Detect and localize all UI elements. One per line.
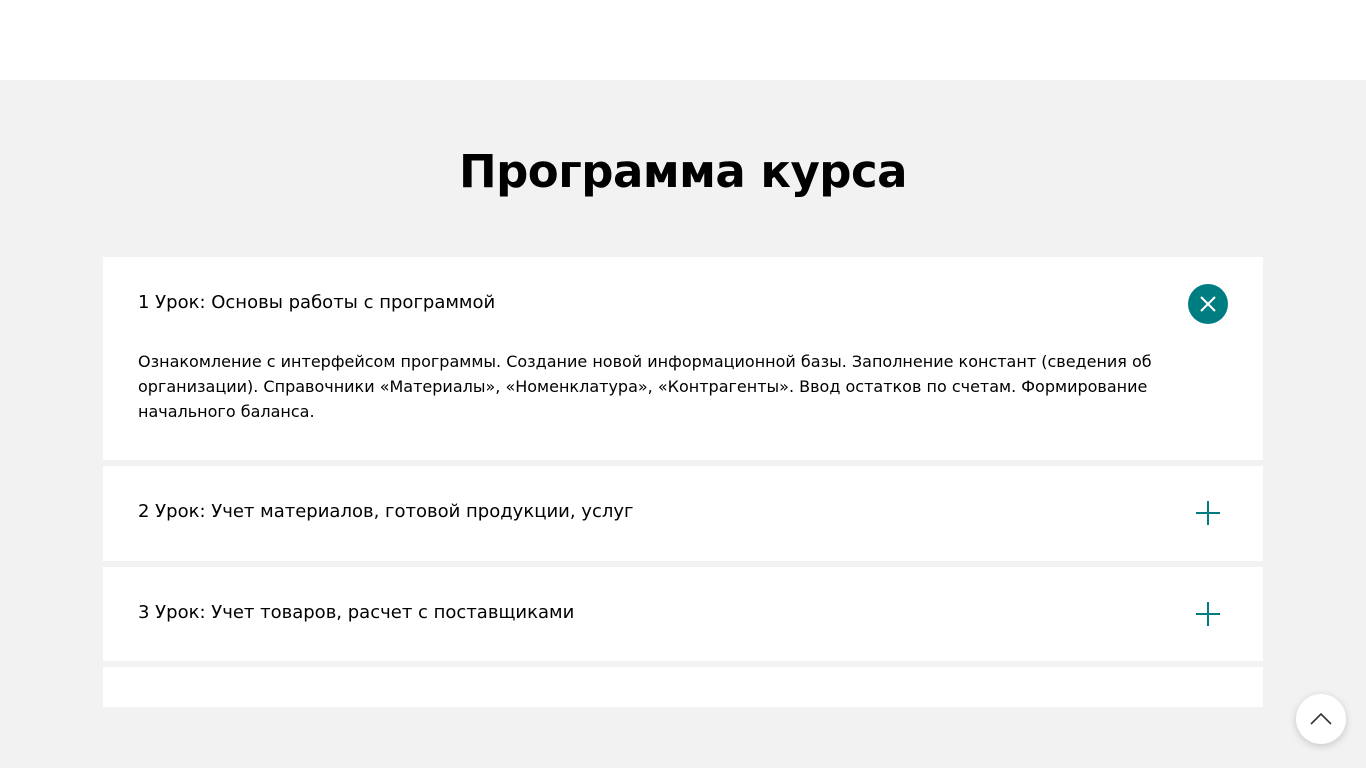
- accordion-item-title[interactable]: 3 Урок: Учет товаров, расчет с поставщик…: [138, 601, 574, 625]
- chevron-up-icon: [1310, 712, 1332, 725]
- page: Программа курса 1 Урок: Основы работы с …: [0, 0, 1366, 768]
- accordion-item-title[interactable]: 2 Урок: Учет материалов, готовой продукц…: [138, 500, 633, 524]
- close-icon: [1200, 296, 1216, 312]
- collapse-button[interactable]: [1188, 284, 1228, 324]
- accordion-item-2[interactable]: 2 Урок: Учет материалов, готовой продукц…: [103, 466, 1263, 561]
- accordion-item-body: Ознакомление с интерфейсом программы. Со…: [138, 352, 1152, 421]
- expand-button[interactable]: [1188, 493, 1228, 533]
- expand-button[interactable]: [1188, 594, 1228, 634]
- plus-icon: [1196, 501, 1220, 525]
- scroll-to-top-button[interactable]: [1296, 694, 1346, 744]
- accordion-item-4[interactable]: [103, 667, 1263, 707]
- accordion-item-3[interactable]: 3 Урок: Учет товаров, расчет с поставщик…: [103, 567, 1263, 661]
- plus-icon: [1196, 602, 1220, 626]
- accordion-item-title[interactable]: 1 Урок: Основы работы с программой: [138, 291, 495, 315]
- section-title: Программа курса: [458, 145, 908, 198]
- top-bar: [0, 0, 1366, 80]
- accordion-item-1: 1 Урок: Основы работы с программой Ознак…: [103, 257, 1263, 460]
